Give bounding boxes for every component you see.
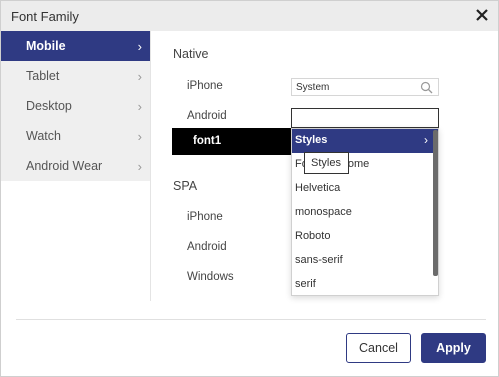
- search-icon[interactable]: [420, 81, 433, 94]
- native-android-field[interactable]: [291, 108, 439, 128]
- dropdown-item-monospace[interactable]: monospace: [292, 201, 438, 225]
- sidebar-item-watch[interactable]: Watch ›: [1, 121, 150, 151]
- native-android-label: Android: [187, 110, 227, 122]
- sidebar-item-label: Android Wear: [26, 159, 103, 173]
- dropdown-item-label: monospace: [295, 206, 352, 218]
- dropdown-item-helvetica[interactable]: Helvetica: [292, 177, 438, 201]
- native-iphone-label: iPhone: [187, 80, 223, 92]
- chevron-right-icon: ›: [137, 129, 142, 144]
- section-heading-native: Native: [173, 47, 209, 61]
- native-iphone-field[interactable]: System: [291, 78, 439, 96]
- sidebar-item-tablet[interactable]: Tablet ›: [1, 61, 150, 91]
- vertical-divider: [150, 31, 151, 301]
- sidebar: Mobile › Tablet › Desktop › Watch › Andr…: [1, 31, 150, 181]
- dropdown-item-label-end: ome: [347, 158, 370, 170]
- dropdown-item-label: sans-serif: [295, 254, 343, 266]
- dropdown-scrollbar[interactable]: [433, 130, 438, 276]
- cancel-button[interactable]: Cancel: [346, 333, 411, 363]
- dropdown-item-styles[interactable]: Styles ›: [292, 129, 438, 153]
- native-iphone-value: System: [296, 82, 330, 93]
- footer-divider: [16, 319, 486, 320]
- chevron-right-icon: ›: [137, 39, 142, 54]
- font1-row[interactable]: font1: [172, 128, 292, 155]
- sidebar-item-label: Mobile: [26, 39, 66, 53]
- sidebar-item-android-wear[interactable]: Android Wear ›: [1, 151, 150, 181]
- spa-android-label: Android: [187, 241, 227, 253]
- dropdown-item-label: Roboto: [295, 230, 331, 242]
- tooltip-text: Styles: [311, 157, 341, 169]
- sidebar-item-desktop[interactable]: Desktop ›: [1, 91, 150, 121]
- chevron-right-icon: ›: [137, 159, 142, 174]
- dropdown-item-label: serif: [295, 278, 316, 290]
- chevron-right-icon: ›: [137, 99, 142, 114]
- close-icon[interactable]: [474, 7, 490, 23]
- dropdown-item-sans-serif[interactable]: sans-serif: [292, 249, 438, 273]
- dialog-titlebar: Font Family: [1, 1, 498, 31]
- styles-tooltip: Styles: [304, 152, 349, 174]
- dropdown-item-roboto[interactable]: Roboto: [292, 225, 438, 249]
- chevron-right-icon: ›: [137, 69, 142, 84]
- dropdown-item-label: Styles: [295, 134, 328, 146]
- font1-label: font1: [193, 135, 222, 147]
- font-family-dialog: Font Family Mobile › Tablet › Desktop › …: [0, 0, 499, 377]
- dropdown-item-serif[interactable]: serif: [292, 273, 438, 297]
- dropdown-item-label: Helvetica: [295, 182, 341, 194]
- spa-windows-label: Windows: [187, 271, 234, 283]
- sidebar-item-label: Watch: [26, 129, 61, 143]
- chevron-right-icon: ›: [424, 133, 428, 147]
- sidebar-item-label: Tablet: [26, 69, 60, 83]
- sidebar-item-mobile[interactable]: Mobile ›: [1, 31, 150, 61]
- dialog-title: Font Family: [11, 9, 79, 24]
- sidebar-item-label: Desktop: [26, 99, 72, 113]
- spa-iphone-label: iPhone: [187, 211, 223, 223]
- section-heading-spa: SPA: [173, 179, 198, 193]
- apply-button[interactable]: Apply: [421, 333, 486, 363]
